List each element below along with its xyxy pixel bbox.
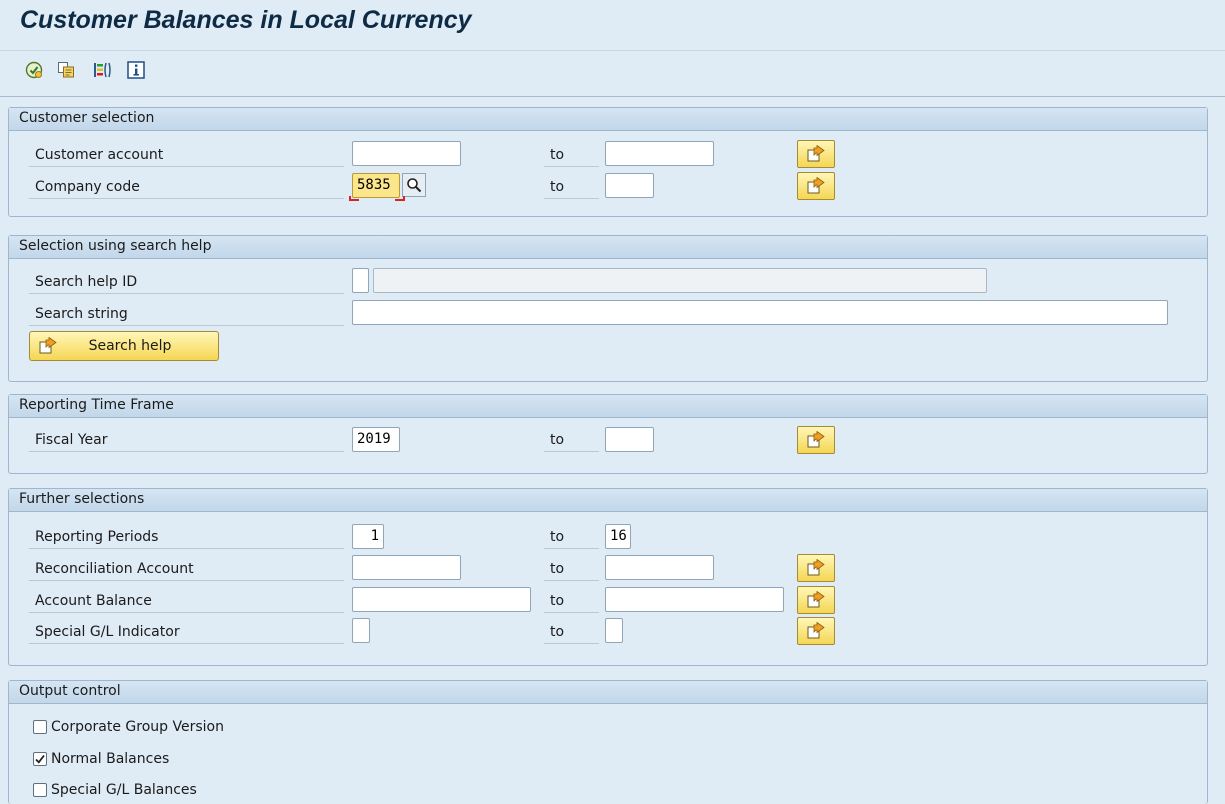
fiscal-year-to-label: to [544,428,599,452]
group-further-selections: Further selections Reporting Periods 1 t… [8,488,1208,666]
fiscal-year-to-input[interactable] [605,427,654,452]
group-header: Reporting Time Frame [9,395,1207,418]
account-balance-label: Account Balance [29,589,344,613]
customer-account-to-label: to [544,143,599,167]
required-field-marker [395,196,405,201]
application-toolbar [0,50,1225,93]
customer-account-to-input[interactable] [605,141,714,166]
reporting-periods-to-label: to [544,525,599,549]
multiple-selection-arrow-icon [807,145,825,162]
search-help-button-row: Search help [9,331,309,363]
information-icon[interactable] [126,60,146,80]
checkmark-icon [35,754,45,764]
title-bar: Customer Balances in Local Currency [0,0,1225,50]
reporting-periods-to-input[interactable]: 16 [605,524,631,549]
checkbox-box-checked[interactable] [33,752,47,766]
account-balance-multiple-selection-button[interactable] [797,586,835,614]
fiscal-year-multiple-selection-button[interactable] [797,426,835,454]
group-header: Further selections [9,489,1207,512]
special-gl-indicator-multiple-selection-button[interactable] [797,617,835,645]
checkbox-label: Special G/L Balances [51,782,197,798]
group-header: Output control [9,681,1207,704]
checkbox-label: Corporate Group Version [51,719,224,735]
reconciliation-account-multiple-selection-button[interactable] [797,554,835,582]
group-header: Customer selection [9,108,1207,131]
checkbox-box[interactable] [33,783,47,797]
company-code-to-input[interactable] [605,173,654,198]
checkbox-label: Normal Balances [51,751,170,767]
special-gl-indicator-label: Special G/L Indicator [29,620,344,644]
execute-icon[interactable] [24,60,44,80]
group-customer-selection: Customer selection Customer account to C… [8,107,1208,217]
reconciliation-account-label: Reconciliation Account [29,557,344,581]
company-code-from-input[interactable]: 5835 [352,173,400,198]
reconciliation-account-to-input[interactable] [605,555,714,580]
company-code-multiple-selection-button[interactable] [797,172,835,200]
search-help-id-input[interactable] [352,268,369,293]
checkbox-normal-balances[interactable]: Normal Balances [33,748,169,770]
company-code-to-label: to [544,175,599,199]
multiple-selection-arrow-icon [807,431,825,448]
multiple-selection-arrow-icon [807,559,825,576]
company-code-label: Company code [29,175,344,199]
account-balance-to-label: to [544,589,599,613]
fiscal-year-from-input[interactable]: 2019 [352,427,400,452]
search-string-input[interactable] [352,300,1168,325]
search-icon[interactable] [402,173,426,197]
account-balance-from-input[interactable] [352,587,531,612]
special-gl-indicator-to-input[interactable] [605,618,623,643]
special-gl-indicator-to-label: to [544,620,599,644]
checkbox-special-gl-balances[interactable]: Special G/L Balances [33,779,197,801]
customer-account-multiple-selection-button[interactable] [797,140,835,168]
search-help-button[interactable]: Search help [29,331,219,361]
required-field-marker [349,196,359,201]
group-reporting-time-frame: Reporting Time Frame Fiscal Year 2019 to [8,394,1208,474]
multiple-selection-arrow-icon [38,337,58,355]
special-gl-indicator-from-input[interactable] [352,618,370,643]
fiscal-year-label: Fiscal Year [29,428,344,452]
account-balance-to-input[interactable] [605,587,784,612]
group-search-help: Selection using search help Search help … [8,235,1208,382]
page-title: Customer Balances in Local Currency [20,6,472,34]
reporting-periods-label: Reporting Periods [29,525,344,549]
search-string-label: Search string [29,302,344,326]
toolbar-divider [0,50,1225,51]
multiple-selection-arrow-icon [807,622,825,639]
search-help-id-description [373,268,987,293]
checkbox-box[interactable] [33,720,47,734]
group-header: Selection using search help [9,236,1207,259]
customer-account-from-input[interactable] [352,141,461,166]
search-help-id-label: Search help ID [29,270,344,294]
reconciliation-account-to-label: to [544,557,599,581]
copy-variant-icon[interactable] [56,60,76,80]
reporting-periods-from-input[interactable]: 1 [352,524,384,549]
multiple-selection-arrow-icon [807,177,825,194]
customer-account-label: Customer account [29,143,344,167]
reconciliation-account-from-input[interactable] [352,555,461,580]
multiple-selection-arrow-icon [807,591,825,608]
content-divider [0,96,1225,97]
search-help-button-label: Search help [88,338,172,354]
selection-options-icon[interactable] [92,60,112,80]
group-output-control: Output control Corporate Group Version N… [8,680,1208,804]
checkbox-corporate-group-version[interactable]: Corporate Group Version [33,716,224,738]
